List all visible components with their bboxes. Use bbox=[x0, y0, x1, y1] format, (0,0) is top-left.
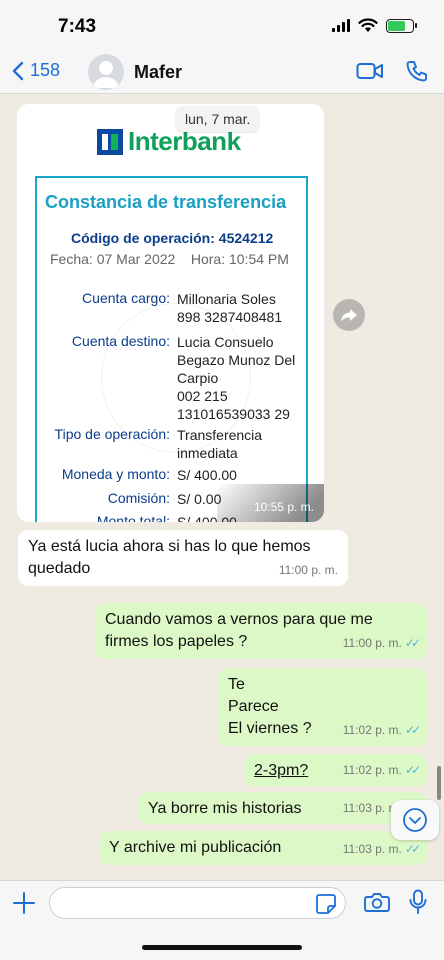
message-bubble-outgoing[interactable]: Ya borre mis historias 11:03 p. m.✓✓ bbox=[138, 792, 427, 824]
microphone-icon[interactable] bbox=[408, 889, 428, 915]
receipt-card: Constancia de transferencia Código de op… bbox=[35, 176, 308, 522]
wifi-icon bbox=[358, 18, 378, 32]
sticker-icon[interactable] bbox=[315, 893, 337, 915]
receipt-row-value: Lucia Consuelo Begazo Munoz Del Carpio 0… bbox=[177, 334, 296, 422]
operation-code: Código de operación: 4524212 bbox=[71, 230, 274, 246]
video-call-icon[interactable] bbox=[356, 60, 384, 82]
message-input-wrapper bbox=[49, 887, 346, 919]
read-receipt-icon: ✓✓ bbox=[404, 842, 421, 856]
message-meta: 11:00 p. m. bbox=[279, 559, 338, 581]
default-avatar-icon bbox=[93, 61, 119, 88]
receipt-row-label: Cuenta cargo: bbox=[82, 290, 170, 306]
interbank-mark-icon bbox=[97, 128, 123, 155]
phone-call-icon[interactable] bbox=[406, 60, 428, 82]
forward-button[interactable] bbox=[333, 299, 365, 331]
read-receipt-icon: ✓✓ bbox=[404, 723, 421, 737]
message-input[interactable] bbox=[62, 888, 312, 918]
receipt-row-label: Tipo de operación: bbox=[54, 426, 170, 442]
forward-arrow-icon bbox=[341, 309, 357, 322]
plus-icon[interactable] bbox=[12, 891, 36, 915]
unread-count: 158 bbox=[30, 60, 61, 80]
message-time: 11:03 p. m. bbox=[342, 842, 402, 856]
status-icons bbox=[332, 18, 417, 33]
home-indicator bbox=[142, 945, 302, 950]
date-separator: lun, 7 mar. bbox=[175, 106, 261, 132]
receipt-row-label: Moneda y monto: bbox=[61, 466, 170, 482]
scroll-to-bottom-button[interactable] bbox=[391, 800, 439, 840]
read-receipt-icon: ✓✓ bbox=[404, 636, 421, 650]
status-bar: 7:43 bbox=[0, 0, 444, 52]
receipt-row-label: Monto total: bbox=[96, 513, 170, 522]
message-meta: 11:02 p. m. ✓✓ bbox=[342, 759, 421, 781]
image-message[interactable]: Interbank Constancia de transferencia Có… bbox=[17, 104, 324, 522]
receipt-row-value: S/ 400.00 bbox=[177, 467, 237, 483]
cellular-signal-icon bbox=[332, 19, 350, 32]
receipt-row-value: S/ 0.00 bbox=[177, 491, 222, 507]
message-bubble-outgoing[interactable]: Y archive mi publicación 11:03 p. m. ✓✓ bbox=[99, 831, 427, 865]
message-time: 10:55 p. m. bbox=[253, 500, 314, 514]
read-receipt-icon: ✓✓ bbox=[404, 763, 421, 777]
composer-bar bbox=[0, 880, 444, 960]
receipt-row-label: Cuenta destino: bbox=[71, 333, 170, 349]
avatar[interactable] bbox=[88, 54, 124, 90]
message-time: 11:00 p. m. bbox=[342, 636, 402, 650]
chat-header: 158 Mafer bbox=[0, 52, 444, 94]
chat-area[interactable]: Interbank Constancia de transferencia Có… bbox=[0, 94, 444, 880]
receipt-row-value: Millonaria Soles 898 3287408481 bbox=[177, 291, 283, 325]
scrollbar[interactable] bbox=[437, 766, 441, 800]
message-bubble-incoming[interactable]: Ya está lucia ahora si has lo que hemos … bbox=[18, 530, 348, 586]
message-bubble-outgoing[interactable]: Te Parece El viernes ? 11:02 p. m. ✓✓ bbox=[218, 668, 427, 746]
message-time: 11:00 p. m. bbox=[278, 563, 338, 577]
status-time: 7:43 bbox=[58, 16, 97, 37]
back-button[interactable]: 158 bbox=[12, 60, 60, 81]
message-time: 11:02 p. m. bbox=[342, 763, 402, 777]
receipt-row-label: Comisión: bbox=[107, 490, 170, 506]
message-time: 11:02 p. m. bbox=[342, 723, 402, 737]
message-bubble-outgoing[interactable]: 2-3pm? 11:02 p. m. ✓✓ bbox=[244, 754, 427, 786]
receipt-title: Constancia de transferencia bbox=[45, 192, 287, 212]
receipt-row-value: Transferencia inmediata bbox=[177, 427, 263, 461]
chevron-down-circle-icon bbox=[403, 808, 427, 832]
battery-charging-icon bbox=[386, 18, 417, 33]
chevron-left-icon bbox=[12, 61, 24, 80]
message-meta: 11:02 p. m. ✓✓ bbox=[342, 719, 421, 741]
message-meta: 11:03 p. m.✓✓ bbox=[342, 838, 421, 860]
message-bubble-outgoing[interactable]: Cuando vamos a vernos para que me firmes… bbox=[95, 603, 427, 659]
camera-icon[interactable] bbox=[364, 891, 390, 913]
contact-name[interactable]: Mafer bbox=[134, 62, 182, 83]
message-meta: 11:00 p. m. ✓✓ bbox=[342, 632, 421, 654]
receipt-datetime: Fecha: 07 Mar 2022 Hora: 10:54 PM bbox=[50, 251, 289, 267]
